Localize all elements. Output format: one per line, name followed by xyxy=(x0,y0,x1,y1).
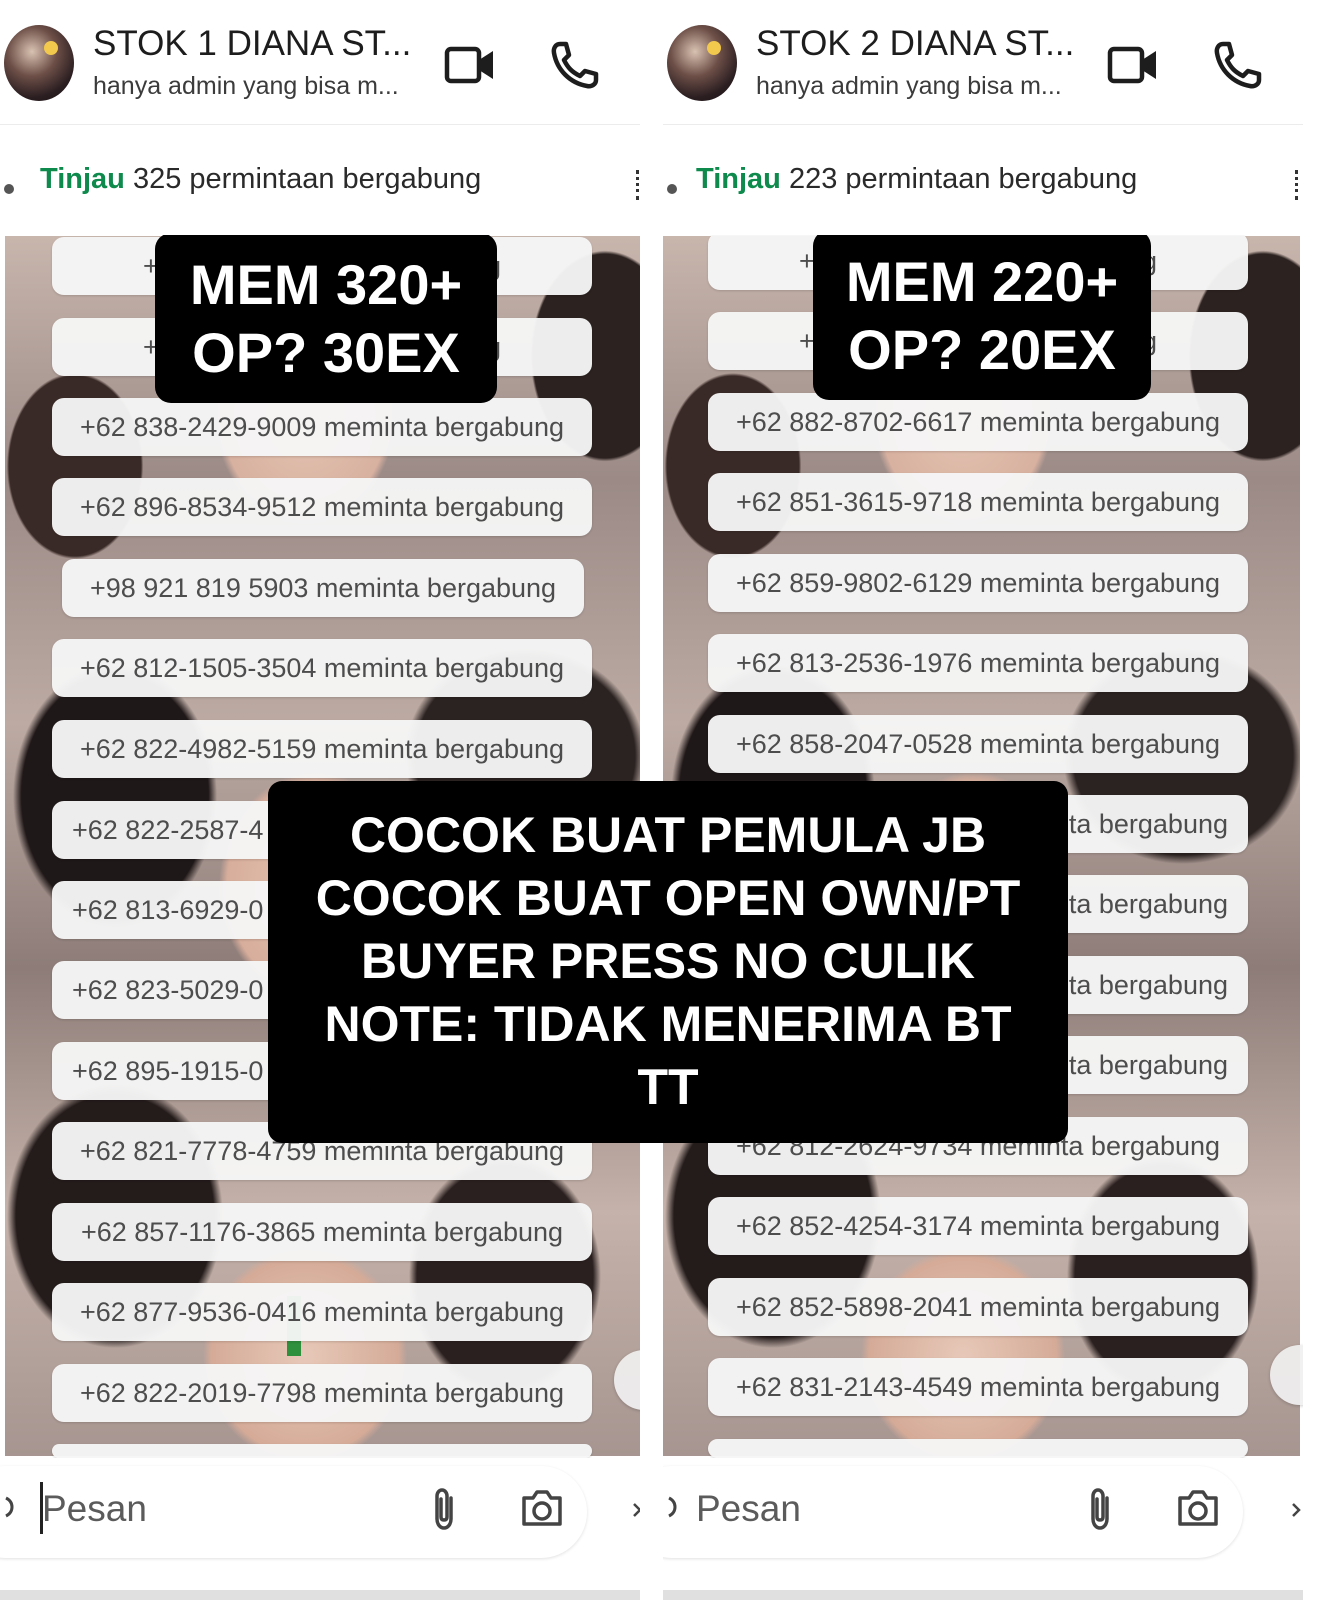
voice-call-icon[interactable] xyxy=(548,38,602,92)
review-link[interactable]: Tinjau xyxy=(696,163,781,195)
paperclip-icon[interactable] xyxy=(424,1486,464,1532)
group-title[interactable]: STOK 1 DIANA ST... xyxy=(93,24,423,68)
group-avatar[interactable] xyxy=(667,25,737,101)
camera-icon[interactable] xyxy=(518,1486,566,1530)
promo-line: COCOK BUAT OPEN OWN/PT xyxy=(315,870,1021,926)
join-request-notice[interactable]: +62 822-2019-7798 meminta bergabung xyxy=(52,1364,592,1422)
group-subtitle: hanya admin yang bisa m... xyxy=(93,72,399,100)
join-request-notice[interactable]: +62 852-4254-3174 meminta bergabung xyxy=(708,1197,1248,1255)
op-price-text: OP? 30EX xyxy=(192,321,460,384)
text-caret xyxy=(40,1482,43,1534)
promo-line: BUYER PRESS NO CULIK xyxy=(361,933,975,989)
join-request-notice[interactable]: +62 858-2047-0528 meminta bergabung xyxy=(708,715,1248,773)
join-request-notice[interactable]: +62 822-4982-5159 meminta bergabung xyxy=(52,720,592,778)
voice-call-icon[interactable] xyxy=(1211,38,1265,92)
member-count-text: MEM 320+ xyxy=(189,253,463,316)
promo-line: COCOK BUAT PEMULA JB xyxy=(349,807,987,863)
member-count-text: MEM 220+ xyxy=(845,250,1119,313)
group-avatar[interactable] xyxy=(4,25,74,101)
group-title[interactable]: STOK 2 DIANA ST... xyxy=(756,24,1086,68)
join-request-notice[interactable]: +62 859-9802-6129 meminta bergabung xyxy=(708,554,1248,612)
join-request-notice[interactable]: +62 896-8534-9512 meminta bergabung xyxy=(52,478,592,536)
chat-header: STOK 2 DIANA ST... hanya admin yang bisa… xyxy=(663,0,1303,125)
promo-line: TT xyxy=(637,1059,699,1115)
video-call-icon[interactable] xyxy=(1106,38,1160,92)
emoji-icon[interactable] xyxy=(667,1492,683,1522)
left-edge-icon xyxy=(4,184,14,194)
join-request-notice-partial xyxy=(52,1444,592,1458)
join-request-notice[interactable]: +62 851-3615-9718 meminta bergabung xyxy=(708,473,1248,531)
review-count-text: 223 permintaan bergabung xyxy=(788,163,1138,195)
join-request-notice[interactable]: +62 813-2536-1976 meminta bergabung xyxy=(708,634,1248,692)
left-edge-icon xyxy=(667,184,677,194)
join-request-notice[interactable]: +62 882-8702-6617 meminta bergabung xyxy=(708,393,1248,451)
member-count-label: MEM 320+ OP? 30EX xyxy=(155,233,497,403)
more-options-icon[interactable] xyxy=(636,170,640,200)
message-input[interactable] xyxy=(42,1484,402,1534)
paperclip-icon[interactable] xyxy=(1080,1486,1120,1532)
promo-line: NOTE: TIDAK MENERIMA BT xyxy=(324,996,1012,1052)
join-request-notice[interactable]: +62 812-1505-3504 meminta bergabung xyxy=(52,639,592,697)
more-options-icon[interactable] xyxy=(1295,170,1302,200)
bottom-strip xyxy=(663,1590,1303,1600)
review-count-text: 325 permintaan bergabung xyxy=(132,163,482,195)
chat-header: STOK 1 DIANA ST... hanya admin yang bisa… xyxy=(0,0,640,125)
join-request-notice[interactable]: +62 877-9536-0416 meminta bergabung xyxy=(52,1283,592,1341)
mic-edge-icon xyxy=(633,1503,640,1517)
emoji-icon[interactable] xyxy=(4,1492,20,1522)
join-requests-banner[interactable]: Tinjau 325 permintaan bergabung xyxy=(40,163,481,196)
join-request-notice-partial xyxy=(708,1439,1248,1458)
message-input[interactable] xyxy=(696,1484,1056,1534)
join-request-notice[interactable]: +62 838-2429-9009 meminta bergabung xyxy=(52,398,592,456)
bottom-strip xyxy=(0,1590,640,1600)
promo-overlay: COCOK BUAT PEMULA JB COCOK BUAT OPEN OWN… xyxy=(268,781,1068,1143)
group-subtitle: hanya admin yang bisa m... xyxy=(756,72,1062,100)
camera-icon[interactable] xyxy=(1174,1486,1222,1530)
mic-edge-icon xyxy=(1292,1503,1301,1517)
join-request-notice[interactable]: +62 852-5898-2041 meminta bergabung xyxy=(708,1278,1248,1336)
video-call-icon[interactable] xyxy=(443,38,497,92)
join-request-notice[interactable]: +98 921 819 5903 meminta bergabung xyxy=(62,559,584,617)
op-price-text: OP? 20EX xyxy=(848,318,1116,381)
join-request-notice[interactable]: +62 831-2143-4549 meminta bergabung xyxy=(708,1358,1248,1416)
join-request-notice[interactable]: +62 857-1176-3865 meminta bergabung xyxy=(52,1203,592,1261)
review-link[interactable]: Tinjau xyxy=(40,163,125,195)
join-requests-banner[interactable]: Tinjau 223 permintaan bergabung xyxy=(696,163,1137,196)
member-count-label: MEM 220+ OP? 20EX xyxy=(813,230,1151,400)
